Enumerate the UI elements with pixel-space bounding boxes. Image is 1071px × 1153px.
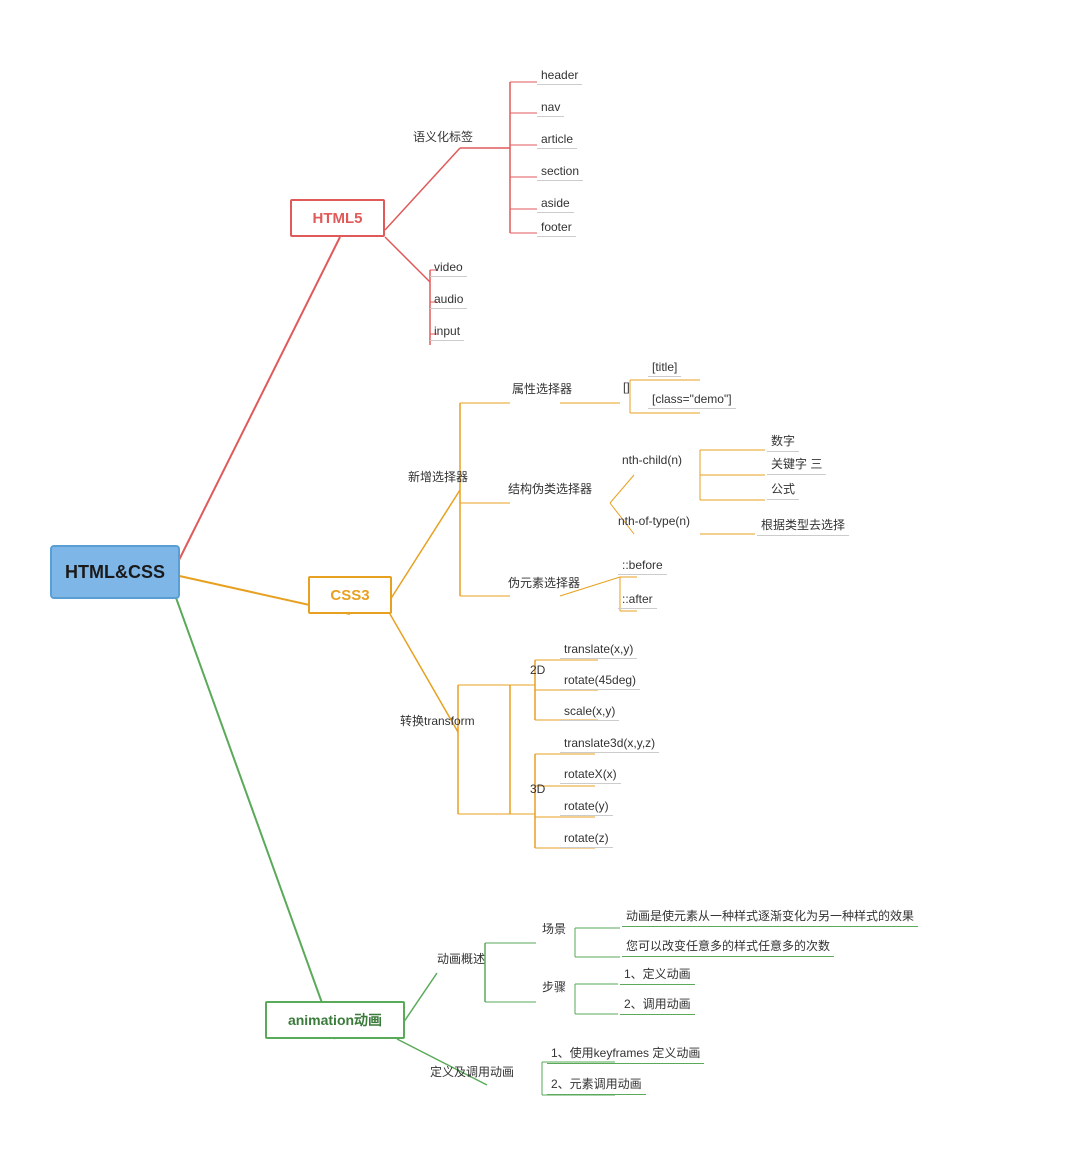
html5-node: HTML5 — [290, 199, 385, 237]
leaf-step2: 2、调用动画 — [620, 993, 695, 1015]
leaf-audio: audio — [430, 290, 467, 309]
struct-pseudo-label: 结构伪类选择器 — [508, 480, 592, 497]
define-call-label: 定义及调用动画 — [430, 1063, 514, 1080]
leaf-nav: nav — [537, 98, 564, 117]
leaf-define2: 2、元素调用动画 — [547, 1073, 646, 1095]
new-selector-label: 新增选择器 — [408, 468, 468, 485]
leaf-header: header — [537, 66, 582, 85]
attr-selector-label: 属性选择器 — [512, 380, 572, 397]
leaf-video: video — [430, 258, 467, 277]
animation-label: animation动画 — [288, 1010, 382, 1030]
nth-child-label: nth-child(n) — [622, 453, 682, 467]
leaf-step1: 1、定义动画 — [620, 963, 695, 985]
root-node: HTML&CSS — [50, 545, 180, 599]
html5-label: HTML5 — [313, 210, 363, 227]
scene-label: 场景 — [542, 920, 566, 937]
leaf-translate: translate(x,y) — [560, 640, 637, 659]
leaf-footer: footer — [537, 218, 576, 237]
2d-label: 2D — [530, 663, 545, 677]
leaf-type-select: 根据类型去选择 — [757, 514, 849, 536]
leaf-scene2: 您可以改变任意多的样式任意多的次数 — [622, 935, 834, 957]
leaf-scale: scale(x,y) — [560, 702, 619, 721]
nth-of-type-label: nth-of-type(n) — [618, 514, 690, 528]
leaf-title-attr: [title] — [648, 358, 681, 377]
leaf-scene1: 动画是使元素从一种样式逐渐变化为另一种样式的效果 — [622, 905, 918, 927]
mind-map: HTML&CSS HTML5 CSS3 animation动画 语义化标签 he… — [0, 0, 1071, 1153]
attr-bracket: [] — [623, 380, 630, 394]
leaf-aside: aside — [537, 194, 574, 213]
leaf-translate3d: translate3d(x,y,z) — [560, 734, 659, 753]
leaf-rotatez: rotate(z) — [560, 829, 613, 848]
animation-node: animation动画 — [265, 1001, 405, 1039]
leaf-formula: 公式 — [767, 478, 799, 500]
leaf-before: ::before — [618, 556, 667, 575]
leaf-class-demo: [class="demo"] — [648, 390, 736, 409]
leaf-rotate-2d: rotate(45deg) — [560, 671, 640, 690]
root-label: HTML&CSS — [65, 562, 165, 583]
leaf-section: section — [537, 162, 583, 181]
leaf-input: input — [430, 322, 464, 341]
semantic-tag-label: 语义化标签 — [413, 128, 473, 145]
steps-label: 步骤 — [542, 978, 566, 995]
pseudo-element-label: 伪元素选择器 — [508, 574, 580, 591]
animation-concept-label: 动画概述 — [437, 950, 485, 967]
css3-label: CSS3 — [330, 587, 369, 604]
leaf-keyword: 关键字 三 — [767, 453, 826, 475]
leaf-rotatey: rotate(y) — [560, 797, 613, 816]
3d-label: 3D — [530, 782, 545, 796]
leaf-rotatex: rotateX(x) — [560, 765, 621, 784]
transform-label: 转换transform — [400, 712, 475, 729]
leaf-define1: 1、使用keyframes 定义动画 — [547, 1042, 704, 1064]
css3-node: CSS3 — [308, 576, 392, 614]
leaf-article: article — [537, 130, 577, 149]
leaf-number: 数字 — [767, 430, 799, 452]
leaf-after: ::after — [618, 590, 657, 609]
